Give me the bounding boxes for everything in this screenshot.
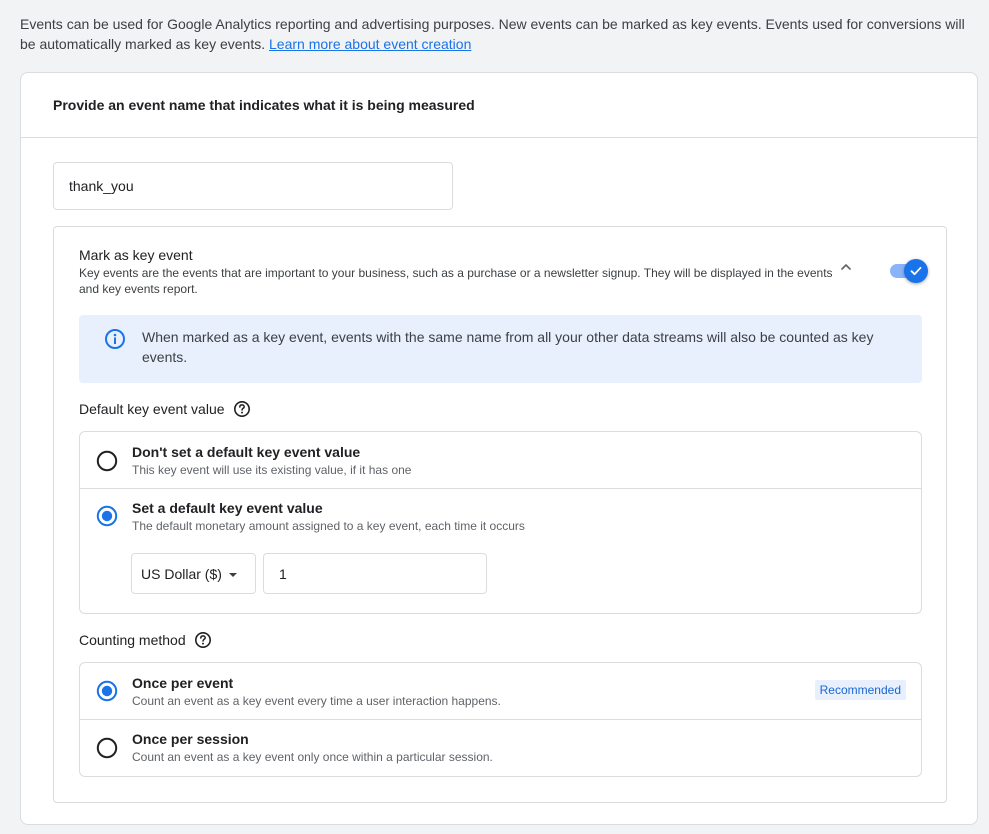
default-value-label-row: Default key event value <box>79 400 251 418</box>
radio-selected[interactable] <box>96 680 118 702</box>
dropdown-caret-icon <box>228 572 237 577</box>
option-description: Count an event as a key event only once … <box>132 750 493 764</box>
radio-unselected[interactable] <box>96 450 118 472</box>
chevron-up-icon[interactable] <box>836 257 856 277</box>
option-no-default-value[interactable]: Don't set a default key event value This… <box>80 432 921 489</box>
option-description: The default monetary amount assigned to … <box>132 519 525 533</box>
help-icon[interactable] <box>194 631 212 649</box>
info-icon <box>105 329 125 349</box>
radio-selected[interactable] <box>96 505 118 527</box>
recommended-badge: Recommended <box>814 680 906 700</box>
option-description: This key event will use its existing val… <box>132 463 412 477</box>
info-banner: When marked as a key event, events with … <box>79 315 922 383</box>
default-value-label: Default key event value <box>79 401 225 417</box>
option-once-per-event[interactable]: Once per event Count an event as a key e… <box>80 663 921 720</box>
currency-select[interactable]: US Dollar ($) <box>131 553 256 594</box>
intro-text: Events can be used for Google Analytics … <box>20 14 970 54</box>
default-value-options: Don't set a default key event value This… <box>79 431 922 614</box>
event-name-input[interactable] <box>53 162 453 210</box>
option-title: Once per event <box>132 675 234 691</box>
event-creation-card: Provide an event name that indicates wha… <box>20 72 978 825</box>
option-title: Set a default key event value <box>132 500 323 516</box>
mark-key-event-title: Mark as key event <box>79 247 193 263</box>
counting-method-options: Once per event Count an event as a key e… <box>79 662 922 777</box>
card-header: Provide an event name that indicates wha… <box>21 73 977 138</box>
key-event-toggle[interactable] <box>890 259 928 283</box>
toggle-thumb <box>904 259 928 283</box>
option-title: Don't set a default key event value <box>132 444 361 460</box>
default-value-input[interactable] <box>263 553 487 594</box>
counting-method-label: Counting method <box>79 632 186 648</box>
intro-description: Events can be used for Google Analytics … <box>20 16 965 52</box>
learn-more-link[interactable]: Learn more about event creation <box>269 36 471 52</box>
info-banner-text: When marked as a key event, events with … <box>142 329 874 365</box>
help-icon[interactable] <box>233 400 251 418</box>
radio-unselected[interactable] <box>96 737 118 759</box>
checkmark-icon <box>910 266 922 276</box>
counting-method-label-row: Counting method <box>79 631 212 649</box>
key-event-panel: Mark as key event Key events are the eve… <box>53 226 947 803</box>
option-title: Once per session <box>132 731 249 747</box>
option-set-default-value[interactable]: Set a default key event value The defaul… <box>80 489 921 613</box>
mark-key-event-description: Key events are the events that are impor… <box>79 266 833 296</box>
card-header-title: Provide an event name that indicates wha… <box>53 97 475 113</box>
option-description: Count an event as a key event every time… <box>132 694 501 708</box>
currency-value: US Dollar ($) <box>141 565 222 582</box>
option-once-per-session[interactable]: Once per session Count an event as a key… <box>80 720 921 776</box>
